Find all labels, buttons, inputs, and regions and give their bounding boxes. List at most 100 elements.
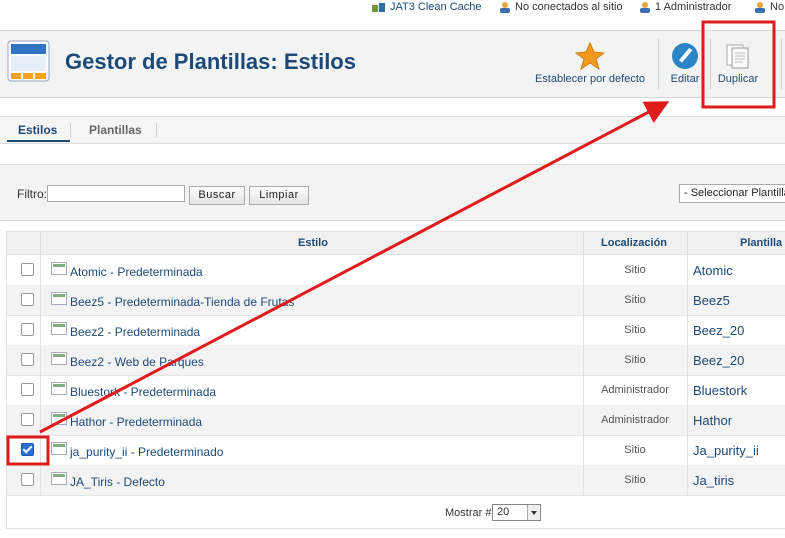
- column-divider: [40, 315, 41, 345]
- style-location: Sitio: [624, 444, 646, 456]
- column-header-location[interactable]: Localización: [601, 237, 667, 249]
- filter-bar: Filtro: Buscar Limpiar - Seleccionar Pla…: [0, 164, 785, 221]
- row-checkbox[interactable]: [21, 443, 34, 456]
- style-name-link[interactable]: Beez5 - Predeterminada-Tienda de Frutas: [70, 295, 294, 309]
- set-default-button[interactable]: Establecer por defecto: [530, 31, 650, 97]
- style-template-link[interactable]: Bluestork: [693, 383, 747, 398]
- filter-input[interactable]: [47, 185, 185, 202]
- column-divider: [40, 465, 41, 495]
- star-icon: [575, 42, 605, 70]
- column-divider: [40, 285, 41, 315]
- column-divider: [40, 435, 41, 465]
- chevron-down-icon: [527, 505, 540, 520]
- row-checkbox[interactable]: [21, 263, 34, 276]
- duplicate-button[interactable]: Duplicar: [712, 31, 764, 97]
- style-thumbnail-icon: [51, 292, 67, 305]
- column-divider: [40, 345, 41, 375]
- clean-cache-label: JAT3 Clean Cache: [390, 1, 482, 13]
- style-thumbnail-icon: [51, 322, 67, 335]
- admin-count-status: 1 Administrador: [638, 1, 731, 13]
- row-checkbox[interactable]: [21, 473, 34, 486]
- show-count-value: 20: [497, 506, 510, 518]
- row-checkbox[interactable]: [21, 413, 34, 426]
- edit-label: Editar: [670, 73, 700, 85]
- style-template-link[interactable]: Beez_20: [693, 353, 744, 368]
- style-template-link[interactable]: Hathor: [693, 413, 732, 428]
- style-template-link[interactable]: Ja_purity_ii: [693, 443, 759, 458]
- column-divider: [687, 315, 688, 345]
- admin-count-label: 1 Administrador: [655, 1, 732, 13]
- style-template-link[interactable]: Beez5: [693, 293, 730, 308]
- edit-button[interactable]: Editar: [665, 31, 705, 97]
- style-name-link[interactable]: Beez2 - Predeterminada: [70, 325, 200, 339]
- cache-icon: [372, 3, 385, 12]
- style-thumbnail-icon: [51, 442, 67, 455]
- admin-user-icon: [640, 2, 650, 13]
- row-checkbox[interactable]: [21, 293, 34, 306]
- not-connected-status: No conectados al sitio: [498, 1, 623, 13]
- table-row: ja_purity_ii - Predeterminado Sitio Ja_pur…: [7, 435, 785, 466]
- column-divider: [687, 255, 688, 285]
- table-row: Atomic - Predeterminada Sitio Atomic: [7, 255, 785, 286]
- column-header-style[interactable]: Estilo: [298, 237, 328, 249]
- style-name-link[interactable]: Atomic - Predeterminada: [70, 265, 203, 279]
- style-thumbnail-icon: [51, 262, 67, 275]
- style-name-link[interactable]: ja_purity_ii - Predeterminado: [70, 445, 223, 459]
- column-divider: [583, 465, 584, 495]
- clear-button[interactable]: Limpiar: [249, 186, 309, 205]
- user-icon: [500, 2, 510, 13]
- style-template-link[interactable]: Ja_tiris: [693, 473, 734, 488]
- more-status: No h: [753, 1, 785, 13]
- table-footer: Mostrar # 20: [7, 497, 785, 527]
- style-name-link[interactable]: Bluestork - Predeterminada: [70, 385, 216, 399]
- column-header-template[interactable]: Plantilla: [740, 237, 782, 249]
- clean-cache-link[interactable]: JAT3 Clean Cache: [371, 1, 482, 13]
- style-name-link[interactable]: Hathor - Predeterminada: [70, 415, 202, 429]
- column-divider: [583, 345, 584, 375]
- styles-table: Estilo Localización Plantilla Atomic - P…: [6, 231, 785, 529]
- column-divider: [687, 375, 688, 405]
- toolbar-divider: [781, 39, 782, 89]
- table-row: Hathor - Predeterminada Administrador Hath…: [7, 405, 785, 436]
- search-button[interactable]: Buscar: [189, 186, 245, 205]
- style-location: Administrador: [601, 384, 669, 396]
- template-manager-icon: [7, 40, 50, 82]
- page-header: Gestor de Plantillas: Estilos Establecer…: [0, 30, 785, 98]
- status-bar: JAT3 Clean Cache No conectados al sitio …: [0, 0, 785, 16]
- column-divider: [40, 405, 41, 435]
- table-row: Bluestork - Predeterminada Administrador B…: [7, 375, 785, 406]
- tab-plantillas[interactable]: Plantillas: [89, 123, 142, 137]
- not-connected-label: No conectados al sitio: [515, 1, 623, 13]
- column-divider: [687, 345, 688, 375]
- style-location: Sitio: [624, 474, 646, 486]
- style-name-link[interactable]: JA_Tiris - Defecto: [70, 475, 165, 489]
- style-location: Sitio: [624, 264, 646, 276]
- style-location: Sitio: [624, 354, 646, 366]
- column-divider: [583, 315, 584, 345]
- active-tab-indicator: [7, 140, 70, 142]
- tab-estilos[interactable]: Estilos: [18, 123, 57, 137]
- style-thumbnail-icon: [51, 352, 67, 365]
- row-checkbox[interactable]: [21, 383, 34, 396]
- style-location: Sitio: [624, 324, 646, 336]
- style-template-link[interactable]: Beez_20: [693, 323, 744, 338]
- style-thumbnail-icon: [51, 412, 67, 425]
- table-row: Beez2 - Predeterminada Sitio Beez_20: [7, 315, 785, 346]
- row-checkbox[interactable]: [21, 353, 34, 366]
- style-location: Sitio: [624, 294, 646, 306]
- row-checkbox[interactable]: [21, 323, 34, 336]
- template-select[interactable]: - Seleccionar Plantilla: [679, 184, 785, 203]
- column-divider: [583, 285, 584, 315]
- style-thumbnail-icon: [51, 472, 67, 485]
- duplicate-label: Duplicar: [717, 73, 759, 85]
- column-divider: [583, 232, 584, 254]
- tab-bar: Estilos Plantillas: [0, 116, 785, 144]
- table-header: Estilo Localización Plantilla: [7, 232, 785, 255]
- table-row: JA_Tiris - Defecto Sitio Ja_tiris: [7, 465, 785, 496]
- tab-divider: [70, 123, 71, 137]
- show-count-select[interactable]: 20: [492, 504, 541, 521]
- column-divider: [583, 435, 584, 465]
- style-template-link[interactable]: Atomic: [693, 263, 733, 278]
- style-name-link[interactable]: Beez2 - Web de Parques: [70, 355, 204, 369]
- column-divider: [583, 405, 584, 435]
